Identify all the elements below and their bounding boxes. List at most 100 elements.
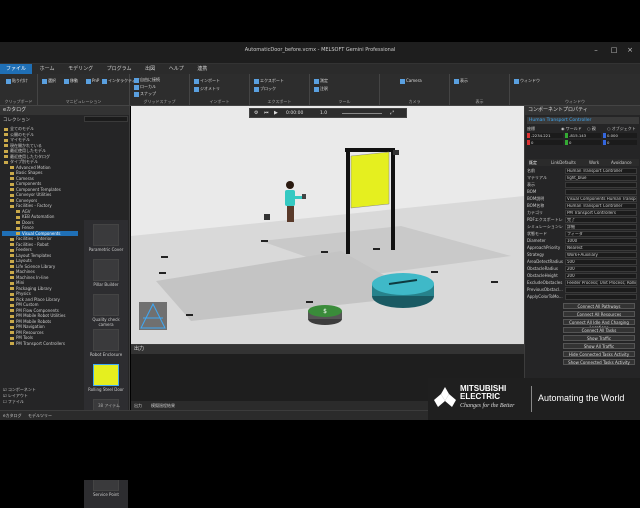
action-button[interactable]: Hide Connected Tasks Activity [563,351,635,357]
maximize-icon[interactable]: □ [606,44,622,56]
menu-home[interactable]: ホーム [34,64,61,74]
property-value[interactable]: Human Transport Controller [565,168,637,174]
tab-avoidance[interactable]: Avoidance [611,160,632,165]
speed-slider[interactable] [342,113,382,114]
property-value[interactable]: Work+Auxiliary [565,252,637,258]
property-row: BOM名称 Human Transport Controller [527,203,639,209]
free-connect-toggle[interactable]: 自由に接続 [134,77,160,83]
action-button[interactable]: Show Connected Tasks Activity [563,359,635,365]
ribbon-group-import: インポート ジオメトリ インポート [190,74,250,106]
window-title: AutomaticDoor_before.vcmx - MELSOFT Gemi… [244,47,396,53]
coord-parent-radio[interactable]: ○ 親 [587,126,596,132]
coord-object-radio[interactable]: ○ オブジェクト [607,126,636,132]
property-value[interactable]: Feeder Process; Unit Process; Rolling... [565,280,637,286]
tab-sim-results[interactable]: 模擬過程結果 [151,403,175,409]
expand-icon[interactable]: ⤢ [390,110,394,116]
property-value[interactable] [565,294,637,300]
coord-world-radio[interactable]: ◉ ワールド [561,126,582,132]
export-button[interactable]: エクスポート [254,78,284,84]
tab-model-tree[interactable]: モデルツリー [28,413,52,419]
tab-work[interactable]: Work [589,160,599,165]
pnp-button[interactable]: PnP [86,78,99,84]
annotate-button[interactable]: 注釈 [314,86,328,92]
catalog-item[interactable]: Robot Enclosure [88,329,124,357]
scene-svg[interactable]: $ [131,106,524,344]
play-icon[interactable]: ▶ [274,110,278,116]
select-button[interactable]: 選択 [42,78,56,84]
output-panel-header: 出力 [131,345,524,354]
move-button[interactable]: 移動 [64,78,78,84]
action-button[interactable]: Connect All Tasks [563,327,635,333]
catalog-item[interactable]: Quality check camera [88,294,124,327]
property-value[interactable]: フィーダ [565,231,637,237]
move-label: 移動 [70,78,78,83]
navigation-cube[interactable] [139,302,167,330]
property-value[interactable]: Human Transport Controller [565,203,637,209]
action-button[interactable]: Connect All Idle And Charging Locations [563,319,635,330]
property-value[interactable] [565,182,637,188]
close-icon[interactable]: × [622,44,638,56]
property-value[interactable]: 200 [565,266,637,272]
property-value[interactable]: light_blue [565,175,637,181]
tree-item-label: Life Science Library [16,263,56,269]
property-value[interactable]: 完了 [565,217,637,223]
pnp-icon [86,78,91,84]
property-value[interactable]: Nearest [565,245,637,251]
measure-button[interactable]: 測定 [314,78,328,84]
idle-location[interactable]: $ [308,305,342,325]
menu-file[interactable]: ファイル [0,64,33,74]
property-value[interactable]: 500 [565,259,637,265]
block-button[interactable]: ブロック [254,86,276,92]
tab-default[interactable]: 既定 [529,160,537,166]
camera-button[interactable]: Camera [400,78,422,84]
property-value[interactable] [565,189,637,195]
tab-ecatalog[interactable]: eカタログ [3,413,21,419]
tree-item[interactable]: PM Transport Controllers [2,341,78,347]
snap-toggle[interactable]: スナップ [134,91,156,97]
catalog-item[interactable]: Parametric Cover [88,224,124,252]
rx-field[interactable]: 0 [527,140,563,145]
z-field[interactable]: 0.000 [603,133,637,138]
action-button[interactable]: Show All Traffic [563,343,635,349]
window-button[interactable]: ウィンドウ [514,78,540,84]
rz-field[interactable]: 0 [603,140,637,145]
tab-link-defaults[interactable]: LinkDefaults [551,160,576,165]
menu-link[interactable]: 連携 [191,64,213,74]
import-button[interactable]: インポート [194,78,220,84]
folder-icon [10,270,14,274]
menu-help[interactable]: ヘルプ [163,64,190,74]
property-value[interactable]: 200 [565,273,637,279]
paste-button[interactable]: 貼り付け [6,78,28,84]
menu-modeling[interactable]: モデリング [62,64,99,74]
action-button[interactable]: Show Traffic [563,335,635,341]
settings-icon[interactable]: ⚙ [254,110,258,116]
ribbon-group-label: マニピュレーション [65,99,102,104]
menu-drawing[interactable]: 出図 [139,64,161,74]
property-value[interactable]: 詳細 [565,224,637,230]
y-field[interactable]: -815.143 [565,133,601,138]
check-files[interactable]: ☐ ファイル [3,399,36,405]
ry-field[interactable]: 0 [565,140,601,145]
property-value[interactable] [565,287,637,293]
charging-station[interactable] [372,273,434,308]
local-toggle[interactable]: ローカル [134,84,156,90]
minimize-icon[interactable]: – [588,44,604,56]
tree-item-label: Component Templates [16,186,61,192]
tab-output[interactable]: 出力 [134,403,142,409]
geometry-button[interactable]: ジオメトリ [194,86,220,92]
property-value[interactable]: PM Transport Controllers [565,210,637,216]
display-button[interactable]: 表示 [454,78,468,84]
action-button[interactable]: Connect All Resources [563,311,635,317]
catalog-item[interactable]: Rolling Steel Door [88,364,124,392]
x-field[interactable]: -2234.221 [527,133,563,138]
tree-item-label: PM Flow Components [16,307,59,313]
catalog-search-input[interactable] [84,116,128,122]
sim-speed[interactable]: 1.0 [320,111,327,116]
action-button[interactable]: Connect All Pathways [563,303,635,309]
reset-icon[interactable]: ⏮ [264,110,269,116]
menu-program[interactable]: プログラム [101,64,138,74]
property-value[interactable]: Visual Components Human Transport C [565,196,637,202]
catalog-item[interactable]: Pillar Builder [88,259,124,287]
property-value[interactable]: 1000 [565,238,637,244]
3d-viewport[interactable]: $ ⚙ ⏮ ▶ 0:00:00 1.0 ⤢ [131,106,524,344]
